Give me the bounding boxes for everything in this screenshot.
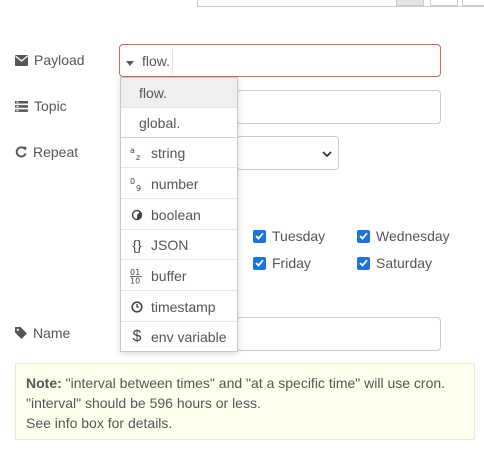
- day-saturday[interactable]: Saturday: [357, 253, 432, 273]
- menu-item-label: string: [151, 144, 186, 161]
- checkbox-checked-icon[interactable]: [253, 256, 266, 270]
- clock-icon: [129, 300, 145, 313]
- repeat-label: Repeat: [15, 142, 78, 162]
- menu-item-label: global.: [139, 114, 181, 131]
- svg-text:0: 0: [130, 177, 135, 186]
- repeat-icon: [15, 146, 27, 158]
- checkbox-checked-icon[interactable]: [357, 256, 370, 270]
- menu-item-label: number: [151, 175, 199, 192]
- json-type-icon: {}: [132, 236, 142, 253]
- checkbox-checked-icon[interactable]: [253, 229, 266, 243]
- menu-item-json[interactable]: {} JSON: [121, 230, 237, 260]
- day-wednesday[interactable]: Wednesday: [357, 226, 450, 246]
- menu-item-boolean[interactable]: boolean: [121, 200, 237, 230]
- svg-text:z: z: [136, 153, 140, 160]
- name-label-text: Name: [33, 325, 71, 341]
- day-saturday-label: Saturday: [376, 255, 433, 271]
- topic-input[interactable]: [236, 90, 441, 124]
- envelope-icon: [15, 54, 28, 66]
- menu-item-flow[interactable]: flow.: [121, 78, 237, 108]
- top-toolbar-button[interactable]: [430, 0, 458, 6]
- menu-item-label: timestamp: [151, 298, 216, 315]
- name-label: Name: [15, 323, 70, 343]
- boolean-type-icon: [129, 209, 145, 221]
- payload-type-label: flow.: [142, 52, 171, 69]
- topic-label-text: Topic: [34, 98, 67, 114]
- day-wednesday-label: Wednesday: [376, 228, 450, 244]
- menu-item-string[interactable]: az string: [121, 138, 237, 168]
- tag-icon: [15, 327, 27, 339]
- note-line1: "interval between times" and "at a speci…: [61, 375, 446, 391]
- payload-type-selector[interactable]: flow.: [120, 45, 170, 76]
- string-type-icon: az: [129, 146, 145, 160]
- svg-text:a: a: [130, 146, 135, 155]
- menu-item-label: env variable: [151, 329, 227, 345]
- top-toolbar-button[interactable]: [462, 0, 484, 6]
- menu-item-number[interactable]: 09 number: [121, 169, 237, 199]
- day-friday[interactable]: Friday: [253, 253, 311, 273]
- day-tuesday[interactable]: Tuesday: [253, 226, 325, 246]
- day-friday-label: Friday: [272, 255, 311, 271]
- menu-item-label: flow.: [139, 84, 168, 101]
- name-input[interactable]: [236, 317, 441, 351]
- top-toolbar-button[interactable]: [396, 0, 424, 6]
- menu-item-label: buffer: [151, 267, 187, 284]
- repeat-label-text: Repeat: [33, 144, 79, 160]
- note-bold-prefix: Note:: [26, 375, 62, 391]
- menu-item-global[interactable]: global.: [121, 108, 237, 138]
- dollar-icon: $: [132, 328, 142, 345]
- topic-label: Topic: [15, 96, 67, 116]
- chevron-down-icon: [322, 145, 332, 161]
- checkbox-checked-icon[interactable]: [357, 229, 370, 243]
- number-type-icon: 09: [129, 177, 145, 191]
- menu-item-label: JSON: [151, 236, 189, 253]
- payload-type-menu: flow. global. az string 09 number boolea…: [120, 77, 238, 352]
- menu-item-env-variable[interactable]: $ env variable: [121, 322, 237, 352]
- menu-item-buffer[interactable]: 01 10 buffer: [121, 261, 237, 291]
- repeat-select[interactable]: [236, 136, 339, 170]
- menu-item-timestamp[interactable]: timestamp: [121, 292, 237, 322]
- cron-note: Note: "interval between times" and "at a…: [15, 363, 475, 440]
- buffer-type-icon: 01 10: [129, 268, 145, 284]
- payload-label-text: Payload: [34, 52, 85, 68]
- payload-divider: [172, 49, 173, 73]
- caret-down-icon: [126, 53, 134, 69]
- svg-text:9: 9: [136, 184, 141, 191]
- note-line3: See info box for details.: [26, 415, 173, 431]
- payload-input[interactable]: flow.: [119, 44, 441, 77]
- menu-item-label: boolean: [151, 206, 201, 223]
- payload-label: Payload: [15, 50, 85, 70]
- list-icon: [15, 100, 28, 112]
- day-tuesday-label: Tuesday: [272, 228, 326, 244]
- svg-text:10: 10: [130, 276, 140, 284]
- note-line2: "interval" should be 596 hours or less.: [26, 395, 261, 411]
